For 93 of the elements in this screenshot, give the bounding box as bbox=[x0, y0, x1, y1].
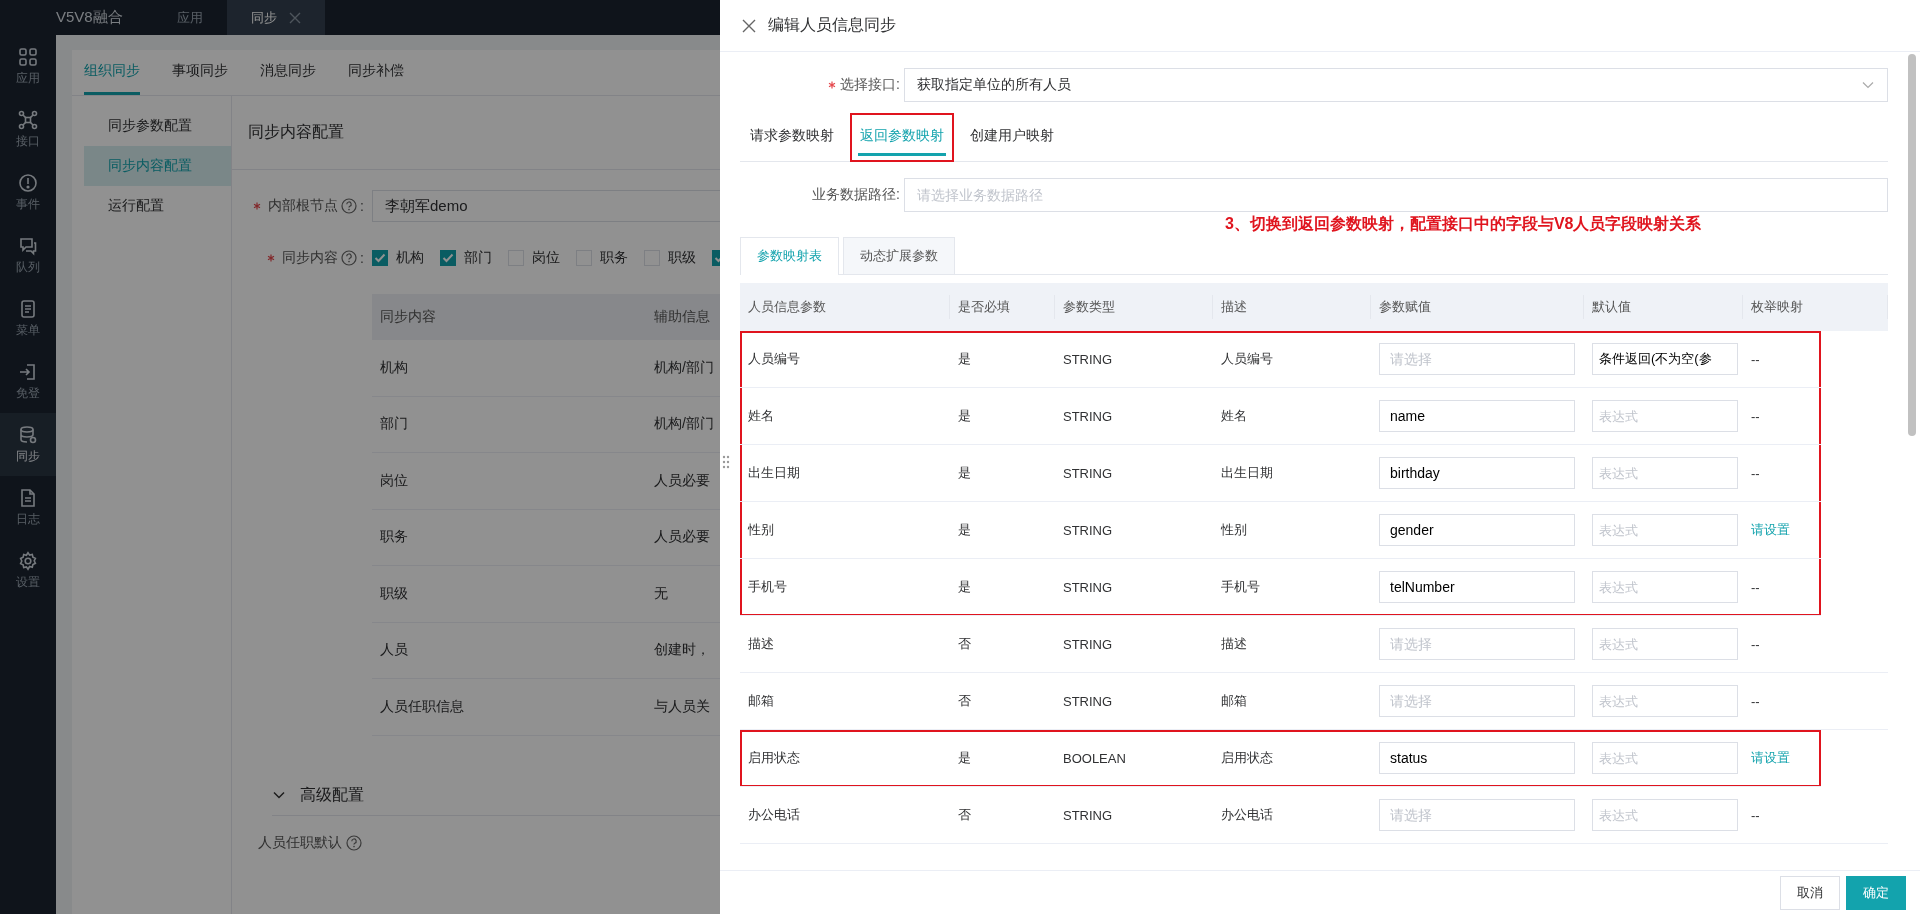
column-header: 参数赋值 bbox=[1371, 295, 1584, 319]
checkbox-label: 职务 bbox=[600, 249, 628, 267]
table-cell-text: 人员必要 bbox=[653, 528, 711, 547]
table-cell-text: 与人员关 bbox=[653, 697, 711, 716]
checkbox-label: 岗位 bbox=[532, 249, 560, 267]
field-label: 业务数据路径: bbox=[812, 186, 900, 204]
column-header: 描述 bbox=[1213, 295, 1371, 319]
table-cell-text: 机构/部门 bbox=[653, 358, 715, 377]
tab-label: 同步 bbox=[250, 8, 277, 27]
table-cell-text: 性别 bbox=[747, 521, 775, 539]
table-cell-text: 否 bbox=[957, 692, 972, 710]
sidebar-label: 应用 bbox=[16, 69, 40, 87]
table-cell-text: 机构/部门 bbox=[653, 415, 715, 434]
table-cell-text: 启用状态 bbox=[747, 749, 801, 767]
table-cell: -- bbox=[1751, 807, 1760, 823]
table-cell-text: 是 bbox=[957, 464, 972, 482]
table-cell: -- bbox=[1751, 465, 1760, 481]
table-cell-text: 机构 bbox=[379, 358, 409, 377]
sidebar-label: 同步 bbox=[16, 447, 40, 465]
table-cell-text: 人员编号 bbox=[747, 350, 801, 368]
table-cell-text: 职级 bbox=[379, 584, 409, 603]
table-cell: -- bbox=[1751, 351, 1760, 367]
table-cell-text: 否 bbox=[957, 806, 972, 824]
table-cell-text: 姓名 bbox=[747, 407, 775, 425]
table-cell-text: 办公电话 bbox=[747, 806, 801, 824]
sidebar-label: 事件 bbox=[16, 195, 40, 213]
table-cell-text: 人员必要 bbox=[653, 471, 711, 490]
field-label: 选择接口: bbox=[840, 76, 900, 94]
checkbox-label: 职级 bbox=[668, 249, 696, 267]
field-label: 内部根节点 bbox=[268, 197, 339, 215]
column-header: 枚举映射 bbox=[1743, 295, 1888, 319]
table-cell-text: 是 bbox=[957, 749, 972, 767]
table-cell-text: STRING bbox=[1062, 693, 1114, 709]
table-cell-text: 是 bbox=[957, 521, 972, 539]
table-cell-text: 描述 bbox=[1220, 635, 1248, 653]
sidebar-label: 接口 bbox=[16, 132, 40, 150]
table-cell-text: 人员编号 bbox=[1220, 350, 1274, 368]
column-header: 人员信息参数 bbox=[740, 295, 950, 319]
table-cell: -- bbox=[1751, 636, 1760, 652]
table-cell-text: 手机号 bbox=[747, 578, 788, 596]
field-label: 同步内容 bbox=[282, 249, 339, 267]
table-cell-text: 描述 bbox=[747, 635, 775, 653]
table-cell-text: 人员 bbox=[379, 641, 409, 660]
table-cell-text: 邮箱 bbox=[747, 692, 775, 710]
sidebar-label: 日志 bbox=[16, 510, 40, 528]
app-title: V5V8融合 bbox=[56, 8, 123, 27]
column-header: 参数类型 bbox=[1055, 295, 1213, 319]
table-cell-text: 出生日期 bbox=[747, 464, 801, 482]
table-cell-text: 是 bbox=[957, 578, 972, 596]
tab-label: 应用 bbox=[176, 8, 203, 27]
table-cell-text: STRING bbox=[1062, 522, 1114, 538]
table-cell: -- bbox=[1751, 408, 1760, 424]
column-header: 辅助信息 bbox=[653, 308, 711, 326]
colon: : bbox=[360, 198, 364, 214]
table-cell-text: 启用状态 bbox=[1220, 749, 1274, 767]
sidebar-label: 设置 bbox=[16, 573, 40, 591]
table-cell-text: 否 bbox=[957, 635, 972, 653]
table-cell-text: 是 bbox=[957, 350, 972, 368]
table-cell: -- bbox=[1751, 693, 1760, 709]
table-cell-text: STRING bbox=[1062, 408, 1114, 424]
table-cell-text: 职务 bbox=[379, 528, 409, 547]
table-cell-text: 部门 bbox=[379, 415, 409, 434]
table-cell: -- bbox=[1751, 579, 1760, 595]
sidebar-label: 菜单 bbox=[16, 321, 40, 339]
table-cell-text: 无 bbox=[653, 584, 669, 603]
checkbox-label: 机构 bbox=[396, 249, 424, 267]
column-header: 是否必填 bbox=[950, 295, 1055, 319]
table-cell-text: 性别 bbox=[1220, 521, 1248, 539]
table-cell-text: STRING bbox=[1062, 465, 1114, 481]
table-cell-text: 是 bbox=[957, 407, 972, 425]
table-cell-text: 出生日期 bbox=[1220, 464, 1274, 482]
table-cell-text: STRING bbox=[1062, 579, 1114, 595]
column-header: 默认值 bbox=[1584, 295, 1743, 319]
drawer-title: 编辑人员信息同步 bbox=[768, 15, 896, 35]
table-cell-text: 人员任职信息 bbox=[379, 697, 465, 716]
checkbox-label: 部门 bbox=[464, 249, 492, 267]
table-cell-text: STRING bbox=[1062, 636, 1114, 652]
sidebar-label: 队列 bbox=[16, 258, 40, 276]
field-label: 人员任职默认 bbox=[258, 833, 342, 852]
column-header: 同步内容 bbox=[379, 308, 437, 326]
table-cell-text: 邮箱 bbox=[1220, 692, 1248, 710]
annotation-text: 3、切换到返回参数映射，配置接口中的字段与V8人员字段映射关系 bbox=[1225, 214, 1702, 234]
table-cell-text: STRING bbox=[1062, 351, 1114, 367]
table-cell-text: 手机号 bbox=[1220, 578, 1261, 596]
table-cell-text: 姓名 bbox=[1220, 407, 1248, 425]
table-cell-text: STRING bbox=[1062, 807, 1114, 823]
table-cell-text: 岗位 bbox=[379, 471, 409, 490]
table-cell-text: 办公电话 bbox=[1220, 806, 1274, 824]
table-cell-text: 创建时， bbox=[653, 641, 711, 660]
section-title: 高级配置 bbox=[300, 784, 364, 805]
table-cell-text: BOOLEAN bbox=[1062, 750, 1127, 766]
colon: : bbox=[360, 250, 364, 266]
sidebar-label: 免登 bbox=[16, 384, 40, 402]
